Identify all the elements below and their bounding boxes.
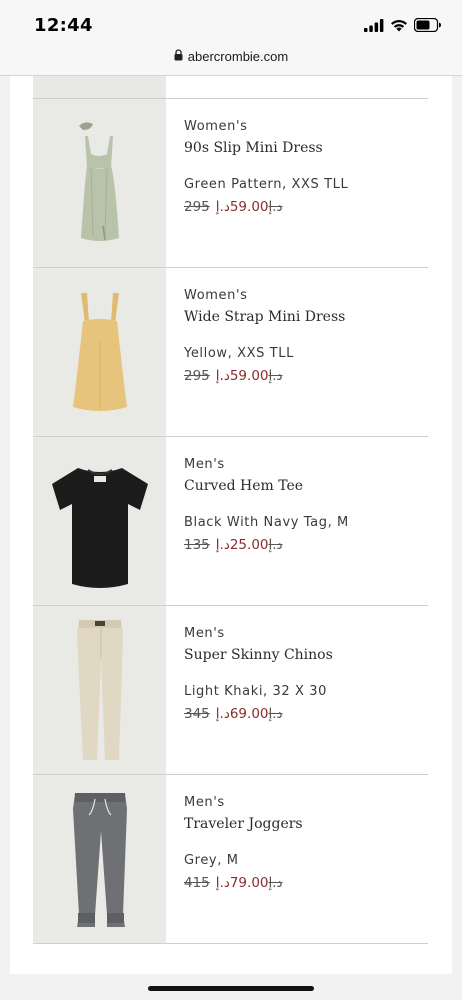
address-bar[interactable]: abercrombie.com xyxy=(0,44,462,76)
price-row: 295د.إ59.00د.إ xyxy=(184,199,283,215)
status-time: 12:44 xyxy=(34,15,93,36)
product-variant: Green Pattern, XXS TLL xyxy=(184,177,349,192)
signal-icon xyxy=(364,17,384,36)
yellow-mini-dress-image xyxy=(72,293,127,411)
lock-icon xyxy=(174,49,183,64)
price-row: 415د.إ79.00د.إ xyxy=(184,875,283,891)
khaki-chinos-image xyxy=(76,620,123,760)
sale-price: 59.00د.إ xyxy=(215,199,269,215)
product-item[interactable]: Women's 90s Slip Mini Dress Green Patter… xyxy=(33,99,428,268)
product-image[interactable] xyxy=(33,99,166,267)
product-title[interactable]: Curved Hem Tee xyxy=(184,478,303,494)
price-row: 345د.إ69.00د.إ xyxy=(184,706,283,722)
green-slip-dress-image xyxy=(78,122,119,241)
product-variant: Grey, M xyxy=(184,853,239,868)
price-row: 295د.إ59.00د.إ xyxy=(184,368,283,384)
product-list: Women's 90s Slip Mini Dress Green Patter… xyxy=(10,76,452,974)
grey-joggers-image xyxy=(72,793,127,927)
product-category: Men's xyxy=(184,457,225,472)
product-item[interactable]: Women's Wide Strap Mini Dress Yellow, XX… xyxy=(33,268,428,437)
product-variant: Yellow, XXS TLL xyxy=(184,346,294,361)
product-item[interactable]: Men's Traveler Joggers Grey, M 415د.إ79.… xyxy=(33,775,428,944)
product-item[interactable]: Men's Curved Hem Tee Black With Navy Tag… xyxy=(33,437,428,606)
product-item[interactable]: Men's Super Skinny Chinos Light Khaki, 3… xyxy=(33,606,428,775)
product-title[interactable]: 90s Slip Mini Dress xyxy=(184,140,323,156)
previous-product-image[interactable] xyxy=(33,76,166,98)
sale-price: 69.00د.إ xyxy=(215,706,269,722)
product-image[interactable] xyxy=(33,775,166,943)
black-tee-image xyxy=(51,468,148,588)
status-icons xyxy=(364,17,442,36)
product-title[interactable]: Traveler Joggers xyxy=(184,816,303,832)
product-image[interactable] xyxy=(33,606,166,774)
sale-price: 25.00د.إ xyxy=(215,537,269,553)
product-title[interactable]: Wide Strap Mini Dress xyxy=(184,309,345,325)
wifi-icon xyxy=(390,17,408,36)
product-image[interactable] xyxy=(33,437,166,605)
battery-icon xyxy=(413,17,442,36)
product-category: Women's xyxy=(184,288,248,303)
product-category: Men's xyxy=(184,795,225,810)
product-image[interactable] xyxy=(33,268,166,436)
home-indicator[interactable] xyxy=(148,986,314,991)
price-row: 135د.إ25.00د.إ xyxy=(184,537,283,553)
status-bar: 12:44 xyxy=(0,0,462,44)
sale-price: 79.00د.إ xyxy=(215,875,269,891)
sale-price: 59.00د.إ xyxy=(215,368,269,384)
product-title[interactable]: Super Skinny Chinos xyxy=(184,647,333,663)
product-variant: Black With Navy Tag, M xyxy=(184,515,349,530)
product-category: Men's xyxy=(184,626,225,641)
product-variant: Light Khaki, 32 X 30 xyxy=(184,684,327,699)
url-text: abercrombie.com xyxy=(187,49,289,64)
product-category: Women's xyxy=(184,119,248,134)
